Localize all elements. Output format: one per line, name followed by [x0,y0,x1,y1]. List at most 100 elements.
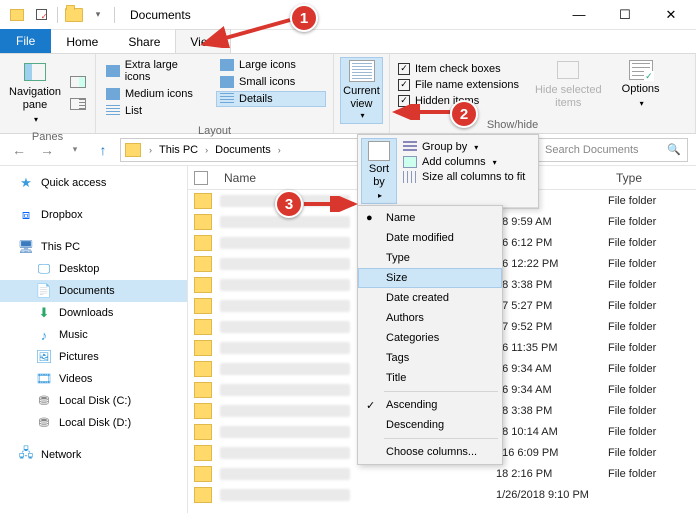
hide-selected-button: Hide selected items [531,57,606,112]
layout-small[interactable]: Small icons [216,74,326,90]
tab-share[interactable]: Share [113,29,175,53]
file-name-redacted [220,321,350,333]
new-folder-icon[interactable] [63,4,85,26]
group-by-icon [403,141,417,153]
tab-home[interactable]: Home [51,29,113,53]
folder-icon [194,361,212,377]
layout-extra-large[interactable]: Extra large icons [102,57,212,85]
group-by-button[interactable]: Group by▾ [401,140,531,154]
sort-authors[interactable]: Authors [358,308,502,328]
sort-date-created[interactable]: Date created [358,288,502,308]
options-icon [629,60,653,80]
close-button[interactable]: ✕ [648,0,694,30]
options-button[interactable]: Options▾ [616,57,666,112]
desktop-icon: 🖵 [36,262,52,276]
check-item-check-boxes[interactable]: ✓Item check boxes [396,62,521,76]
column-type[interactable]: Type [608,171,650,185]
file-name-redacted [220,468,350,480]
documents-icon: 📄 [36,284,52,298]
folder-icon [194,340,212,356]
sidebar-music[interactable]: ♪Music [0,324,187,346]
sort-date-modified[interactable]: Date modified [358,228,502,248]
sort-descending[interactable]: Descending [358,415,502,435]
star-icon: ★ [18,176,34,190]
layout-medium[interactable]: Medium icons [102,86,212,102]
folder-icon [194,235,212,251]
preview-pane-button[interactable] [66,72,90,92]
nav-up-button[interactable]: ↑ [92,139,114,161]
size-columns-button[interactable]: Size all columns to fit [401,170,531,184]
table-row: 16 9:34 AMFile folder [496,379,696,400]
table-row: 1/26/2018 9:10 PM [496,484,696,505]
folder-icon [194,424,212,440]
sort-title[interactable]: Title [358,368,502,388]
folder-app-icon [6,4,28,26]
table-row: 17 5:27 PMFile folder [496,295,696,316]
table-row: 016 6:09 PMFile folder [496,442,696,463]
file-name-redacted [220,447,350,459]
sort-by-button[interactable]: Sort by▸ [361,138,397,204]
add-columns-button[interactable]: Add columns▾ [401,155,531,169]
nav-recent-button[interactable]: ▾ [64,139,86,161]
crumb-documents[interactable]: Documents [213,144,273,156]
layout-details[interactable]: Details [216,91,326,107]
folder-icon [194,193,212,209]
downloads-icon: ⬇ [36,306,52,320]
sidebar-desktop[interactable]: 🖵Desktop [0,258,187,280]
maximize-button[interactable]: ☐ [602,0,648,30]
qa-dropdown-icon[interactable]: ▾ [87,4,109,26]
sidebar-this-pc[interactable]: 🖥This PC [0,236,187,258]
address-bar: ← → ▾ ↑ › This PC › Documents › Search D… [0,134,696,166]
sort-by-menu: ●Name Date modified Type Size Date creat… [357,205,503,465]
sidebar-network[interactable]: 🖧Network [0,444,187,466]
sort-categories[interactable]: Categories [358,328,502,348]
properties-icon[interactable]: ✓ [30,4,52,26]
sort-choose-columns[interactable]: Choose columns... [358,442,502,462]
check-file-name-extensions[interactable]: ✓File name extensions [396,78,521,92]
table-row: 16 9:34 AMFile folder [496,358,696,379]
file-name-redacted [220,300,350,312]
group-label-layout: Layout [102,123,327,137]
folder-icon [194,298,212,314]
pictures-icon: 🖼 [36,350,52,364]
file-name-redacted [220,363,350,375]
table-row: 18 3:38 PMFile folder [496,400,696,421]
folder-icon [194,487,212,503]
sidebar-dropbox[interactable]: ⧈Dropbox [0,204,187,226]
current-view-button[interactable]: Current view▾ [340,57,383,124]
ribbon: Navigation pane▾ Panes Extra large icons… [0,54,696,134]
sort-type[interactable]: Type [358,248,502,268]
table-row: 18 9:59 AMFile folder [496,211,696,232]
sort-ascending[interactable]: ✓Ascending [358,395,502,415]
sidebar-quick-access[interactable]: ★Quick access [0,172,187,194]
disk-icon: ⛃ [36,394,52,408]
nav-back-button[interactable]: ← [8,139,30,161]
sidebar-videos[interactable]: 🎞Videos [0,368,187,390]
layout-list[interactable]: List [102,103,212,119]
sidebar-disk-d[interactable]: ⛃Local Disk (D:) [0,412,187,434]
crumb-root-caret[interactable]: › [146,145,155,155]
navigation-pane-button[interactable]: Navigation pane▾ [10,59,60,127]
file-name-redacted [220,426,350,438]
sidebar-disk-c[interactable]: ⛃Local Disk (C:) [0,390,187,412]
file-name-redacted [220,258,350,270]
tab-file[interactable]: File [0,29,51,53]
details-pane-button[interactable] [66,94,90,114]
sidebar-downloads[interactable]: ⬇Downloads [0,302,187,324]
folder-icon [194,466,212,482]
navigation-sidebar: ★Quick access ⧈Dropbox 🖥This PC 🖵Desktop… [0,166,188,513]
sort-name[interactable]: ●Name [358,208,502,228]
search-field[interactable]: Search Documents 🔍 [538,138,688,162]
sort-size[interactable]: Size [358,268,502,288]
select-all-checkbox[interactable] [194,171,208,185]
layout-large[interactable]: Large icons [216,57,326,73]
sort-tags[interactable]: Tags [358,348,502,368]
sidebar-pictures[interactable]: 🖼Pictures [0,346,187,368]
minimize-button[interactable]: — [556,0,602,30]
table-row: 18 3:38 PMFile folder [496,274,696,295]
title-bar: ✓ ▾ Documents — ☐ ✕ [0,0,696,30]
current-view-panel: Sort by▸ Group by▾ Add columns▾ Size all… [357,134,539,209]
pc-icon: 🖥 [18,240,34,254]
sidebar-documents[interactable]: 📄Documents [0,280,187,302]
crumb-this-pc[interactable]: This PC [157,144,200,156]
